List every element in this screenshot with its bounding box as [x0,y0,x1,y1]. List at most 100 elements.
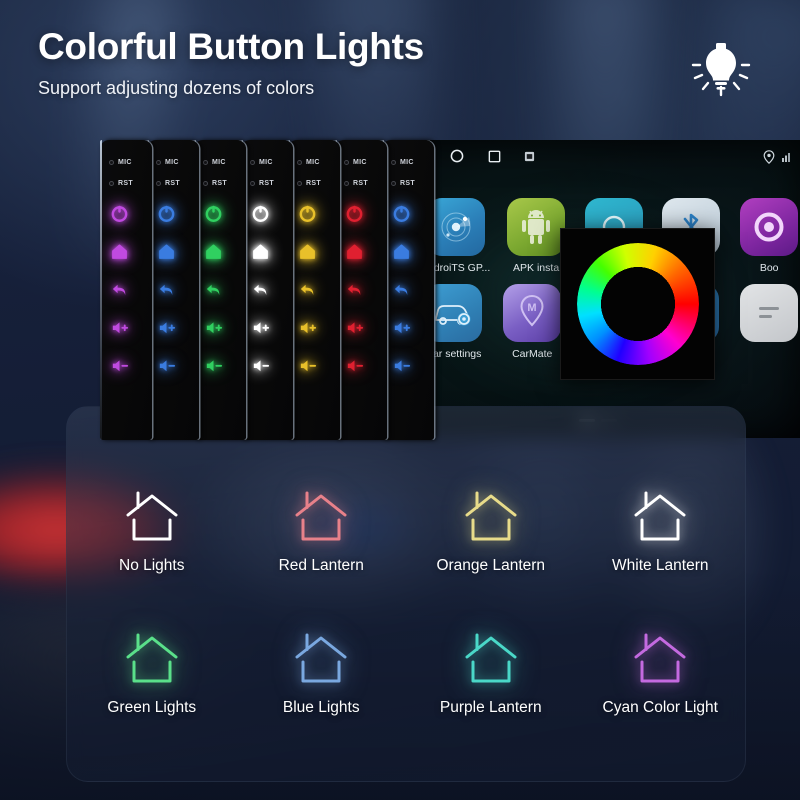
reset-indicator[interactable]: RST [147,173,199,194]
lantern-option[interactable]: Blue Lights [237,633,407,717]
back-icon[interactable] [241,270,293,308]
mic-indicator[interactable]: MIC [241,152,293,173]
house-icon[interactable] [122,491,182,545]
volume-up-icon[interactable] [335,308,387,346]
button-strip-5[interactable]: MIC RST [288,140,340,440]
lantern-option[interactable]: Green Lights [67,633,237,717]
mic-indicator[interactable]: MIC [288,152,340,173]
lantern-label: Cyan Color Light [602,699,718,716]
lantern-options-panel: No Lights Red Lantern Orange Lantern Whi… [66,406,746,782]
color-wheel-ring[interactable] [576,243,699,365]
back-icon[interactable] [382,270,434,308]
reset-indicator[interactable]: RST [100,173,152,194]
mic-indicator[interactable]: MIC [382,152,434,173]
button-strip-4[interactable]: MIC RST [241,140,293,440]
home-icon[interactable] [335,232,387,270]
volume-down-icon[interactable] [147,346,199,384]
volume-up-icon[interactable] [288,308,340,346]
volume-down-icon[interactable] [335,346,387,384]
back-icon[interactable] [194,270,246,308]
recents-nav-icon[interactable] [487,149,502,164]
reset-indicator[interactable]: RST [194,173,246,194]
volume-down-icon[interactable] [241,346,293,384]
home-icon[interactable] [288,232,340,270]
reset-indicator-label: RST [400,180,415,187]
home-icon[interactable] [100,232,152,270]
reset-indicator-dot [344,181,349,186]
button-strip-1[interactable]: MIC RST [100,140,152,440]
button-strip-7[interactable]: MIC RST [382,140,434,440]
boo-app-icon[interactable] [740,198,799,256]
color-wheel-center-swatch[interactable] [612,279,663,329]
volume-down-icon[interactable] [194,346,246,384]
lantern-option[interactable]: White Lantern [576,491,746,575]
mic-indicator-dot [344,160,349,165]
volume-down-icon[interactable] [382,346,434,384]
lantern-option[interactable]: Orange Lantern [406,491,576,575]
lantern-option[interactable]: Purple Lantern [406,633,576,717]
volume-up-icon[interactable] [194,308,246,346]
house-icon[interactable] [461,633,521,687]
lantern-option[interactable]: No Lights [67,491,237,575]
home-icon[interactable] [147,232,199,270]
lantern-label: Red Lantern [278,557,364,574]
reset-indicator[interactable]: RST [335,173,387,194]
mic-indicator[interactable]: MIC [147,152,199,173]
back-icon[interactable] [100,270,152,308]
button-strip-6[interactable]: MIC RST [335,140,387,440]
power-icon[interactable] [335,194,387,232]
strip-inner: MIC RST [194,140,246,440]
house-icon[interactable] [291,491,351,545]
power-icon[interactable] [241,194,293,232]
app-apk-installer[interactable]: APK insta [504,198,568,274]
carmate-app-icon[interactable]: M [503,284,562,342]
back-icon[interactable] [335,270,387,308]
volume-up-icon[interactable] [241,308,293,346]
volume-up-icon[interactable] [100,308,152,346]
reset-indicator[interactable]: RST [241,173,293,194]
mic-indicator[interactable]: MIC [335,152,387,173]
lantern-option[interactable]: Red Lantern [237,491,407,575]
lantern-label: White Lantern [612,557,709,574]
button-strip-2[interactable]: MIC RST [147,140,199,440]
volume-up-icon[interactable] [147,308,199,346]
mic-indicator-dot [156,160,161,165]
reset-indicator[interactable]: RST [382,173,434,194]
volume-down-icon[interactable] [288,346,340,384]
house-icon[interactable] [630,633,690,687]
app-carmate[interactable]: M CarMate [500,284,565,360]
power-icon[interactable] [382,194,434,232]
home-icon[interactable] [382,232,434,270]
power-icon[interactable] [147,194,199,232]
more-app-icon[interactable] [739,284,798,342]
app-boo[interactable]: Boo [737,198,800,274]
volume-down-icon[interactable] [100,346,152,384]
power-icon[interactable] [194,194,246,232]
house-icon[interactable] [461,491,521,545]
house-icon[interactable] [122,633,182,687]
home-icon[interactable] [241,232,293,270]
reset-indicator-label: RST [353,180,368,187]
lantern-option[interactable]: Cyan Color Light [576,633,746,717]
power-icon[interactable] [288,194,340,232]
app-more[interactable] [736,284,800,360]
page-subtitle: Support adjusting dozens of colors [38,78,315,98]
screenshot-nav-icon[interactable] [524,151,535,162]
button-strip-3[interactable]: MIC RST [194,140,246,440]
color-wheel-picker[interactable] [560,228,715,380]
home-icon[interactable] [194,232,246,270]
home-nav-icon[interactable] [449,148,465,164]
house-icon[interactable] [630,491,690,545]
power-icon[interactable] [100,194,152,232]
gps-app-icon[interactable] [426,198,485,256]
volume-up-icon[interactable] [382,308,434,346]
apk-installer-app-icon[interactable] [507,198,566,256]
back-icon[interactable] [147,270,199,308]
mic-indicator[interactable]: MIC [100,152,152,173]
reset-indicator-dot [156,181,161,186]
house-icon[interactable] [291,633,351,687]
reset-indicator[interactable]: RST [288,173,340,194]
back-icon[interactable] [288,270,340,308]
lantern-row-2: Green Lights Blue Lights Purple Lantern … [67,633,745,717]
mic-indicator[interactable]: MIC [194,152,246,173]
